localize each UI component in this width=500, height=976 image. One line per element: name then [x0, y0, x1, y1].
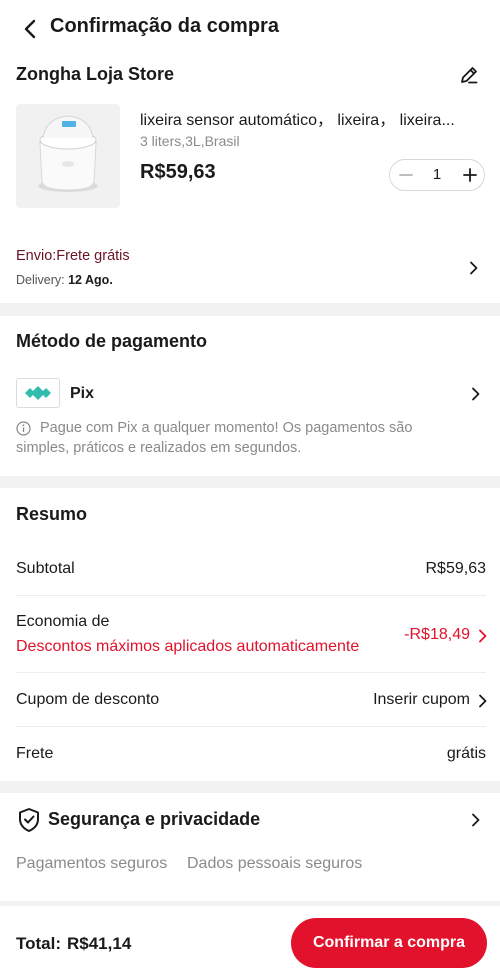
chevron-right-icon	[470, 261, 478, 275]
shield-icon	[19, 808, 39, 832]
coupon-label: Cupom de desconto	[16, 691, 160, 708]
checkout-footer: Total: R$41,14 Confirmar a compra	[0, 906, 500, 976]
pix-icon	[25, 386, 51, 400]
store-name: Zongha Loja Store	[16, 64, 175, 84]
savings-value: -R$18,49	[404, 626, 470, 643]
secure-payments-text: Pagamentos seguros	[16, 855, 168, 872]
chevron-right-icon	[472, 813, 480, 827]
edit-button[interactable]	[458, 64, 480, 86]
delivery-date: 12 Ago.	[68, 273, 113, 287]
product-title[interactable]: lixeira sensor automático， lixeira， lixe…	[140, 106, 486, 130]
savings-label: Economia de	[16, 613, 110, 630]
minus-icon	[399, 174, 413, 176]
pencil-icon	[461, 67, 478, 84]
freight-value: grátis	[446, 745, 486, 762]
chevron-right-icon	[479, 694, 487, 708]
pix-option[interactable]: Pix	[0, 375, 500, 415]
savings-row[interactable]: Economia de Descontos máximos aplicados …	[0, 596, 500, 672]
confirm-purchase-button[interactable]: Confirmar a compra	[291, 918, 487, 968]
delivery-info: Delivery: 12 Ago.	[16, 273, 113, 287]
secure-data-text: Dados pessoais seguros	[187, 855, 363, 872]
increase-button[interactable]	[460, 165, 480, 185]
quantity-value[interactable]: 1	[426, 166, 448, 183]
total-label: Total:	[16, 934, 62, 953]
payment-section: Método de pagamento Pix Pague com Pix a …	[0, 316, 500, 476]
security-section: Segurança e privacidade Pagamentos segur…	[0, 793, 500, 901]
coupon-value: Inserir cupom	[373, 691, 470, 708]
product-price: R$59,63	[140, 161, 216, 183]
coupon-row[interactable]: Cupom de desconto Inserir cupom	[0, 673, 500, 726]
subtotal-value: R$59,63	[425, 560, 487, 577]
delivery-label: Delivery:	[16, 273, 65, 287]
product-image[interactable]	[16, 104, 120, 208]
security-row[interactable]: Segurança e privacidade	[0, 803, 500, 839]
savings-detail: Descontos máximos aplicados automaticame…	[16, 638, 360, 655]
chevron-right-icon	[472, 387, 480, 401]
product-variant: 3 liters,3L,Brasil	[140, 133, 240, 149]
page-title: Confirmação da compra	[50, 15, 279, 37]
summary-section: Resumo Subtotal R$59,63 Economia de Desc…	[0, 488, 500, 781]
chevron-right-icon	[479, 629, 487, 643]
security-title: Segurança e privacidade	[48, 809, 261, 829]
subtotal-label: Subtotal	[16, 560, 75, 577]
pix-label: Pix	[70, 385, 95, 402]
trash-bin-image	[38, 115, 98, 192]
back-arrow-icon	[24, 19, 36, 39]
decrease-button[interactable]	[396, 165, 416, 185]
summary-title: Resumo	[16, 504, 88, 524]
shipping-row[interactable]: Envio:Frete grátis Delivery: 12 Ago.	[0, 236, 500, 296]
quantity-stepper: 1	[389, 159, 485, 191]
shipping-label: Envio:Frete grátis	[16, 248, 130, 264]
payment-title: Método de pagamento	[16, 331, 208, 351]
divider	[16, 726, 486, 727]
back-button[interactable]	[18, 16, 44, 42]
pix-logo-box	[16, 378, 60, 408]
plus-icon	[463, 168, 477, 182]
order-card: Confirmação da compra Zongha Loja Store …	[0, 0, 500, 303]
pix-info-text: Pague com Pix a qualquer momento! Os pag…	[16, 420, 413, 456]
total-value: R$41,14	[67, 934, 132, 953]
freight-label: Frete	[16, 745, 54, 762]
